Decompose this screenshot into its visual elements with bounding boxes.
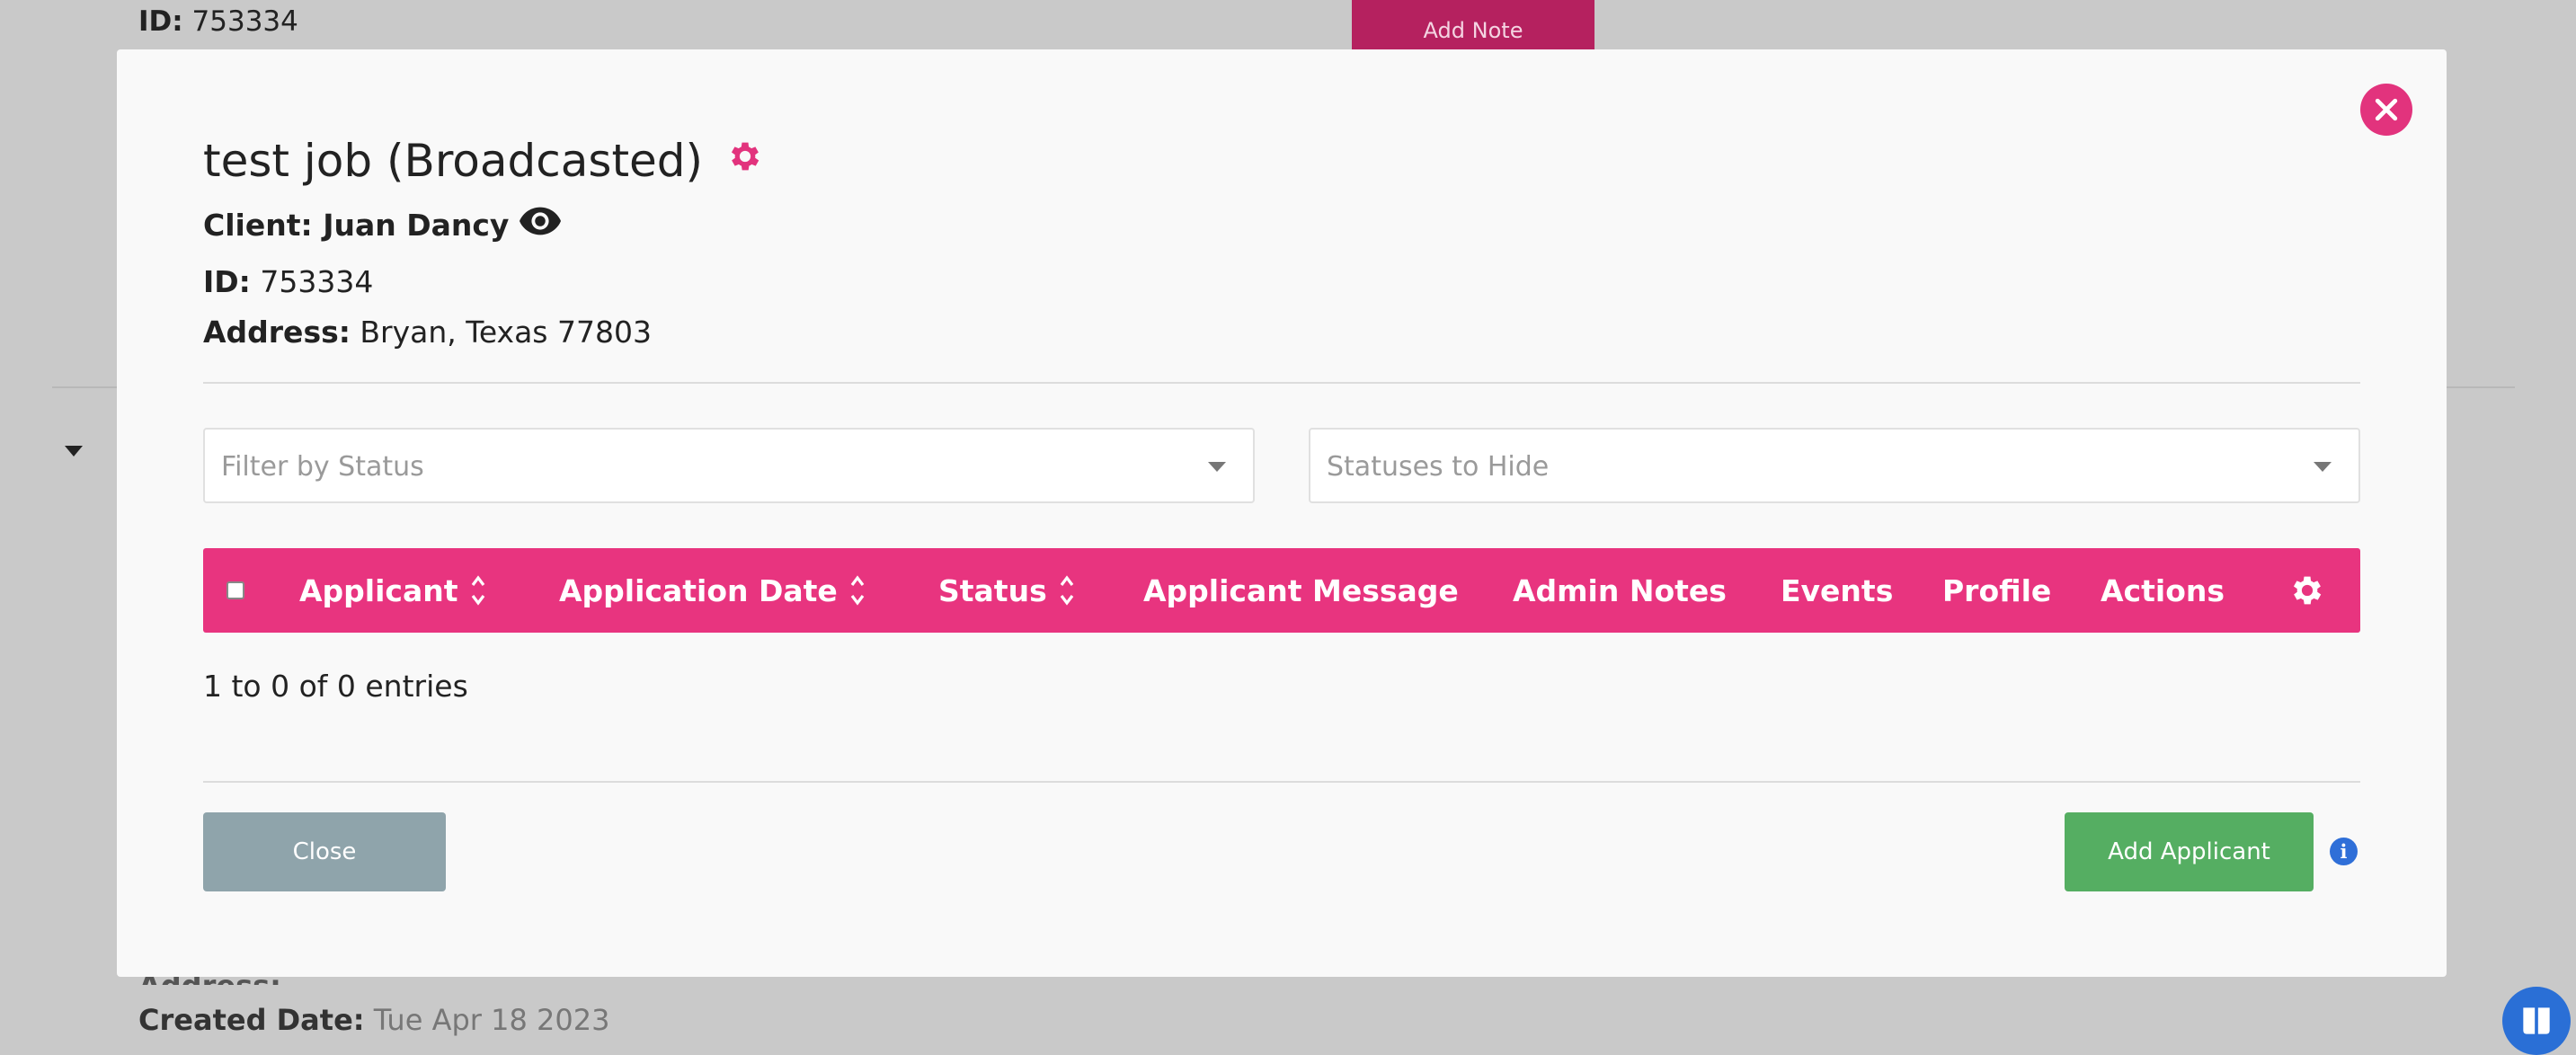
client-info: Client: Juan Dancy <box>203 207 562 243</box>
page-title: test job (Broadcasted) <box>203 135 704 187</box>
eye-icon[interactable] <box>520 207 562 243</box>
add-applicant-button[interactable]: Add Applicant <box>2065 812 2314 891</box>
column-profile: Profile <box>1942 572 2052 608</box>
job-id: ID: 753334 <box>203 264 374 299</box>
column-admin-notes: Admin Notes <box>1513 572 1727 608</box>
help-book-icon[interactable] <box>2502 987 2571 1055</box>
background-add-note-button[interactable]: Add Note <box>1352 0 1594 50</box>
gear-icon[interactable] <box>2288 548 2326 633</box>
close-icon[interactable] <box>2360 84 2412 136</box>
modal-header: test job (Broadcasted) <box>203 135 764 187</box>
chevron-down-icon <box>1208 462 1226 472</box>
select-all-checkbox[interactable] <box>227 581 244 599</box>
column-actions: Actions <box>2101 572 2225 608</box>
info-icon[interactable]: i <box>2330 838 2358 865</box>
background-created-date: Created Date: Tue Apr 18 2023 <box>138 1003 610 1037</box>
sort-icon[interactable] <box>848 572 866 608</box>
job-address: Address: Bryan, Texas 77803 <box>203 315 652 350</box>
footer-divider <box>203 781 2360 783</box>
statuses-to-hide-select[interactable]: Statuses to Hide <box>1309 428 2360 503</box>
table-entries-info: 1 to 0 of 0 entries <box>203 669 468 704</box>
close-button[interactable]: Close <box>203 812 446 891</box>
background-id: ID: 753334 <box>138 5 298 38</box>
sort-icon[interactable] <box>1058 572 1076 608</box>
header-divider <box>203 382 2360 384</box>
column-applicant[interactable]: Applicant <box>299 548 487 633</box>
sort-icon[interactable] <box>469 572 487 608</box>
gear-icon[interactable] <box>726 137 764 179</box>
column-applicant-message: Applicant Message <box>1143 572 1459 608</box>
column-status[interactable]: Status <box>938 548 1076 633</box>
applicants-table-header: Applicant Application Date Status Applic… <box>203 548 2360 633</box>
column-application-date[interactable]: Application Date <box>559 548 866 633</box>
caret-down-icon[interactable] <box>65 446 83 457</box>
filter-by-status-select[interactable]: Filter by Status <box>203 428 1255 503</box>
client-name: Juan Dancy <box>323 207 510 243</box>
column-events: Events <box>1781 572 1894 608</box>
chevron-down-icon <box>2314 462 2332 472</box>
